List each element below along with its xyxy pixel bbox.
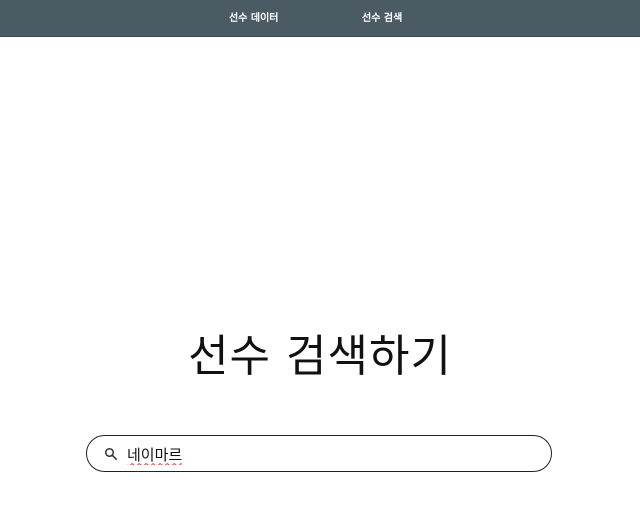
nav-link-player-search[interactable]: 선수 검색 [362, 11, 402, 27]
search-input[interactable] [127, 442, 527, 466]
page-title: 선수 검색하기 [188, 331, 452, 382]
nav-link-player-data[interactable]: 선수 데이터 [229, 11, 278, 27]
search-box[interactable] [86, 435, 552, 472]
top-navbar: 선수 데이터 선수 검색 [0, 0, 640, 37]
search-icon [104, 446, 118, 460]
